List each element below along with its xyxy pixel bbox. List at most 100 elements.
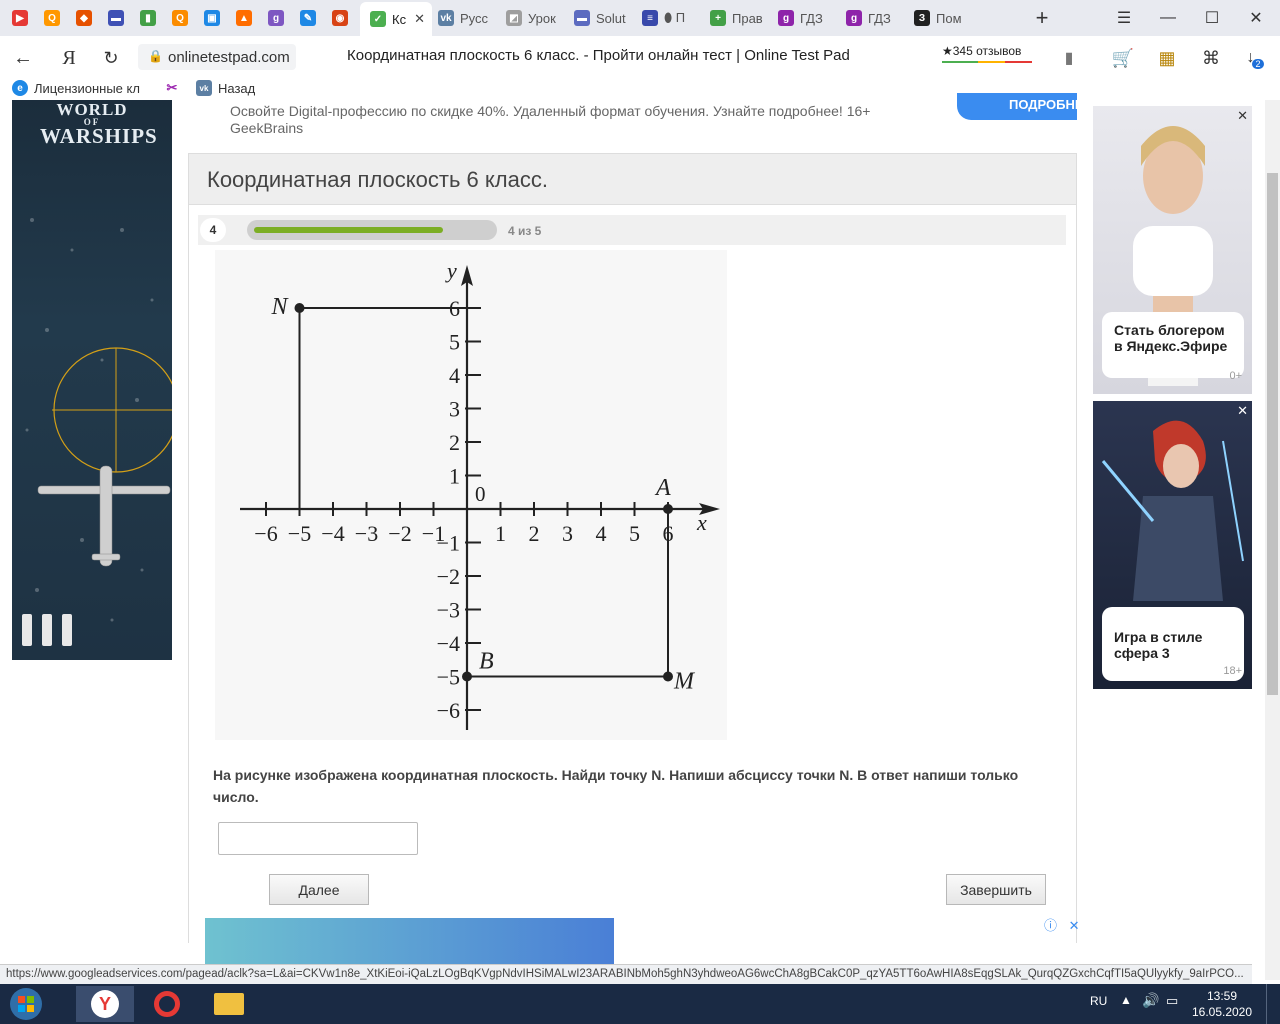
origin-label: 0 bbox=[475, 482, 486, 506]
scissors-icon: ✂ bbox=[166, 80, 178, 95]
tab[interactable]: ✎ bbox=[296, 4, 328, 32]
taskbar-clock[interactable]: 13:59 16.05.2020 bbox=[1190, 988, 1254, 1020]
bookmark-scissors[interactable]: ✂ bbox=[164, 80, 186, 96]
tab[interactable]: ◉ bbox=[328, 4, 360, 32]
point-label: B bbox=[479, 649, 494, 675]
y-axis-label: y bbox=[445, 258, 457, 283]
tab[interactable]: ▮ bbox=[136, 4, 168, 32]
ad-close-icon[interactable]: ✕ bbox=[1237, 108, 1248, 124]
ad-age-rating: 0+ bbox=[1229, 370, 1242, 382]
tab[interactable]: ▬ Solut bbox=[570, 4, 638, 32]
network-icon[interactable]: ▭ bbox=[1166, 993, 1178, 1009]
windows-logo-icon bbox=[10, 988, 42, 1020]
finish-button[interactable]: Завершить bbox=[946, 874, 1046, 905]
extension-icon[interactable]: ▦ bbox=[1154, 45, 1180, 71]
reviews-badge[interactable]: ★345 отзывов bbox=[942, 44, 1032, 63]
reload-icon[interactable]: ↻ bbox=[98, 45, 124, 71]
show-desktop-button[interactable] bbox=[1266, 984, 1280, 1024]
translate-icon[interactable]: ⌘ bbox=[1198, 45, 1224, 71]
tab[interactable]: Q bbox=[40, 4, 72, 32]
point-label: A bbox=[654, 475, 671, 501]
tab[interactable]: ▶ bbox=[8, 4, 40, 32]
figure-background bbox=[215, 250, 727, 740]
bookmark-favicon-icon: e bbox=[12, 80, 28, 96]
promo-banner-text[interactable]: Освойте Digital-профессию по скидке 40%.… bbox=[230, 103, 930, 137]
scrollbar-thumb[interactable] bbox=[1267, 173, 1278, 695]
warship-ad-artwork bbox=[22, 218, 172, 646]
taskbar-explorer[interactable] bbox=[200, 986, 258, 1022]
tab[interactable]: + Прав bbox=[706, 4, 774, 32]
tab[interactable]: Q bbox=[168, 4, 200, 32]
tab-favicon-icon: ▮ bbox=[140, 10, 156, 26]
ad-age-rating: 18+ bbox=[1223, 665, 1242, 677]
left-ad-banner[interactable]: WORLD OF WARSHIPS bbox=[12, 100, 172, 660]
point-label: N bbox=[271, 294, 290, 320]
close-window-icon[interactable]: ✕ bbox=[1244, 6, 1268, 30]
promo-details-button[interactable]: ПОДРОБНЕЕ bbox=[957, 93, 1077, 120]
url-text: onlinetestpad.com bbox=[168, 48, 290, 66]
tab[interactable]: ≡ ⬮ П bbox=[638, 4, 706, 32]
ad-info-icon[interactable]: ⓘ bbox=[1044, 918, 1057, 933]
tab-favicon-icon: ▬ bbox=[574, 10, 590, 26]
tab-title: ⬮ П bbox=[664, 10, 686, 25]
bottom-ad-banner[interactable] bbox=[205, 918, 614, 964]
tab[interactable]: g bbox=[264, 4, 296, 32]
new-tab-button[interactable]: + bbox=[1030, 5, 1054, 30]
tab-favicon-icon: ✓ bbox=[370, 11, 386, 27]
volume-icon[interactable]: 🔊 bbox=[1142, 992, 1159, 1009]
url-field[interactable]: 🔒 onlinetestpad.com bbox=[138, 44, 296, 70]
reviews-text: ★345 отзывов bbox=[942, 44, 1022, 58]
clock-date: 16.05.2020 bbox=[1191, 1005, 1253, 1019]
bookmark-back[interactable]: vk Назад bbox=[196, 80, 255, 96]
tab-favicon-icon: vk bbox=[438, 10, 454, 26]
ad-close-icon[interactable]: ✕ bbox=[1237, 403, 1248, 419]
ad-close-icon[interactable]: ✕ bbox=[1069, 918, 1080, 933]
tray-arrow-icon[interactable]: ▲ bbox=[1120, 993, 1132, 1007]
x-tick-label: −3 bbox=[355, 521, 378, 546]
y-tick-label: −1 bbox=[437, 531, 460, 556]
bookmark-licenses[interactable]: e Лицензионные кл bbox=[12, 80, 140, 96]
page-title: Координатная плоскость 6 класс. - Пройти… bbox=[347, 47, 850, 64]
tab-close-icon[interactable]: ✕ bbox=[414, 11, 425, 27]
x-tick-label: 1 bbox=[495, 521, 506, 546]
language-indicator[interactable]: RU bbox=[1090, 994, 1107, 1008]
tab-favicon-icon: g bbox=[268, 10, 284, 26]
tab-favicon-icon: Q bbox=[44, 10, 60, 26]
tab[interactable]: g ГДЗ bbox=[842, 4, 910, 32]
minimize-icon[interactable]: — bbox=[1156, 6, 1180, 30]
taskbar-yandex-browser[interactable]: Y bbox=[76, 986, 134, 1022]
back-icon[interactable]: ← bbox=[10, 45, 36, 71]
folder-icon bbox=[214, 993, 244, 1015]
answer-input[interactable] bbox=[218, 822, 418, 855]
tab[interactable]: ✓ Кс ✕ bbox=[360, 2, 432, 36]
right-ad-blogger[interactable]: ✕ Стать блогером в Яндекс.Эфире 0+ bbox=[1093, 106, 1252, 394]
point-label: M bbox=[673, 669, 696, 695]
cart-icon[interactable]: 🛒 bbox=[1110, 45, 1136, 71]
x-tick-label: 5 bbox=[629, 521, 640, 546]
tab[interactable]: g ГДЗ bbox=[774, 4, 842, 32]
ad-title: Игра в стиле сфера 3 bbox=[1114, 629, 1203, 661]
next-button[interactable]: Далее bbox=[269, 874, 369, 905]
tab[interactable]: З Пом bbox=[910, 4, 978, 32]
menu-icon[interactable]: ☰ bbox=[1112, 6, 1136, 30]
maximize-icon[interactable]: ☐ bbox=[1200, 6, 1224, 30]
yandex-icon[interactable]: Я bbox=[56, 45, 82, 71]
tab[interactable]: ▣ bbox=[200, 4, 232, 32]
taskbar-opera[interactable] bbox=[138, 986, 196, 1022]
tab-favicon-icon: + bbox=[710, 10, 726, 26]
downloads-icon[interactable]: ↓ 2 bbox=[1242, 45, 1268, 71]
tab[interactable]: ▲ bbox=[232, 4, 264, 32]
x-tick-label: −2 bbox=[388, 521, 411, 546]
tab[interactable]: ◩ Урок bbox=[502, 4, 570, 32]
tab[interactable]: ▬ bbox=[104, 4, 136, 32]
right-ad-game[interactable]: ✕ Игра в стиле сфера 3 18+ bbox=[1093, 401, 1252, 689]
bookmark-label: Лицензионные кл bbox=[34, 80, 140, 96]
bookmark-icon[interactable]: ▮ bbox=[1056, 45, 1082, 71]
start-button[interactable] bbox=[4, 986, 48, 1022]
tab-title: ГДЗ bbox=[868, 10, 891, 26]
progress-bar-fill bbox=[254, 227, 443, 233]
x-tick-label: −6 bbox=[254, 521, 277, 546]
tab[interactable]: vk Русс bbox=[434, 4, 502, 32]
download-count-badge: 2 bbox=[1252, 59, 1264, 69]
tab[interactable]: ◆ bbox=[72, 4, 104, 32]
